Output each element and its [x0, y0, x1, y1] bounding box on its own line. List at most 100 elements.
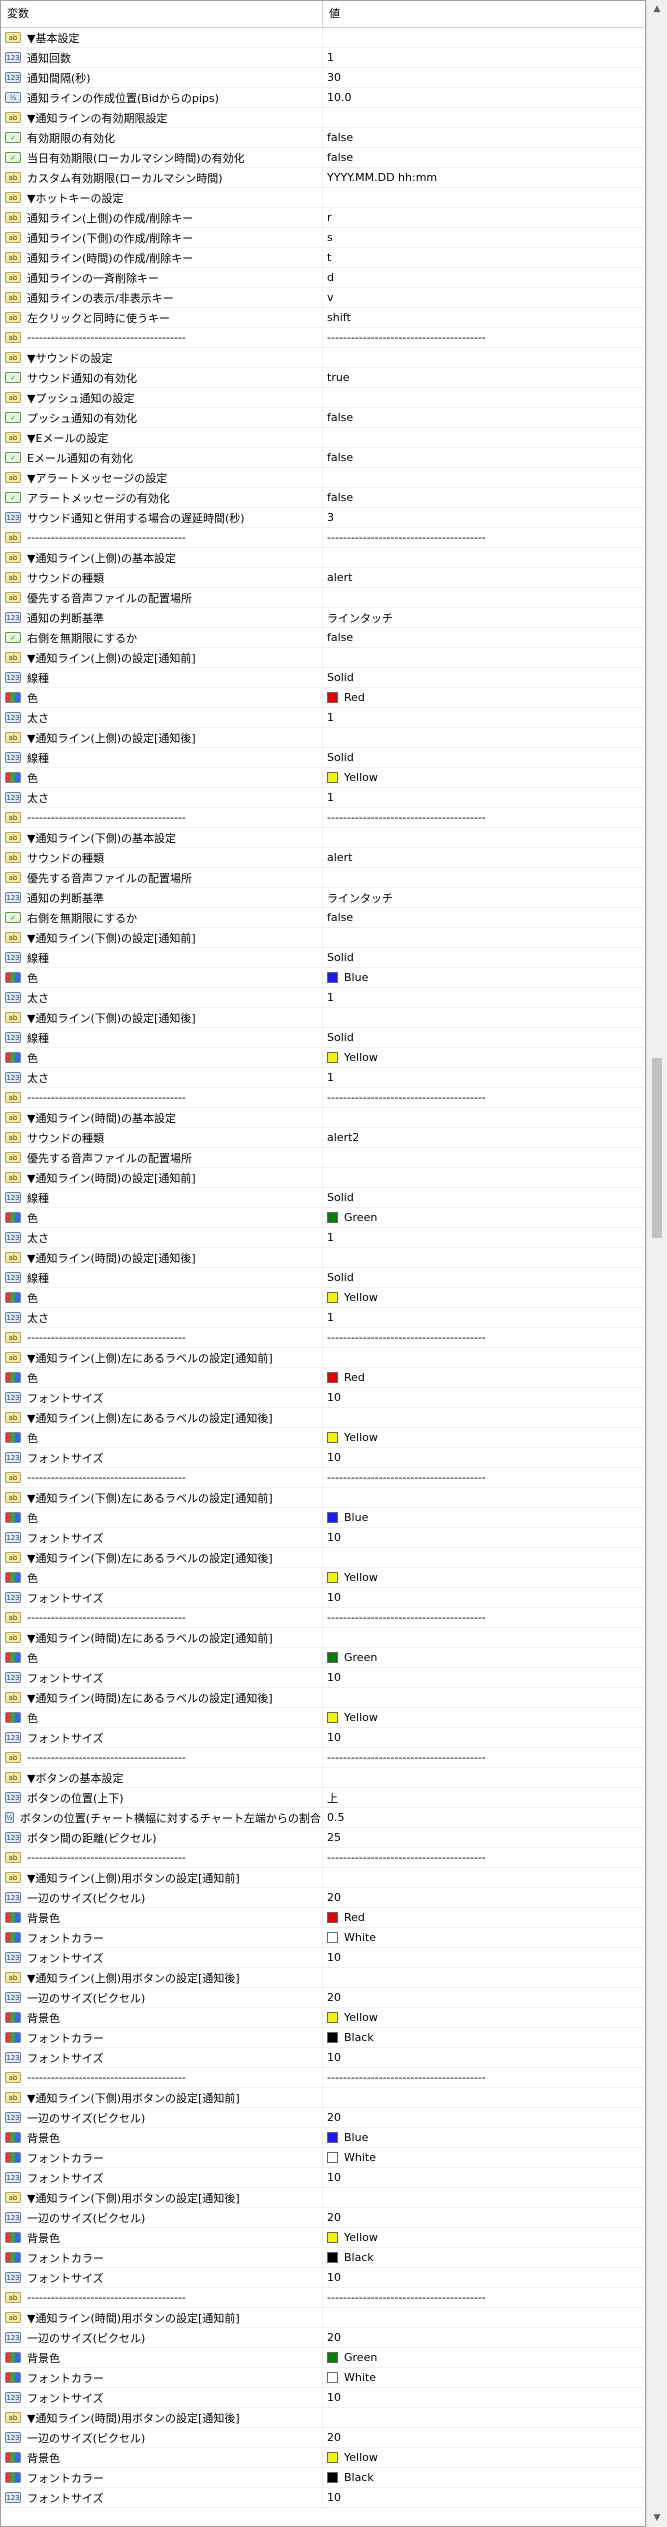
- parameter-row[interactable]: ab 左クリックと同時に使うキー shift: [1, 308, 645, 328]
- parameter-row[interactable]: 背景色 Yellow: [1, 2448, 645, 2468]
- parameter-row[interactable]: 色 Yellow: [1, 1288, 645, 1308]
- parameter-row[interactable]: ab 通知ラインの一斉削除キー d: [1, 268, 645, 288]
- parameter-value-cell[interactable]: v: [323, 288, 645, 307]
- parameter-value-cell[interactable]: 10: [323, 1948, 645, 1967]
- parameter-value-cell[interactable]: ----------------------------------------: [323, 2288, 645, 2307]
- parameter-row[interactable]: 色 Yellow: [1, 1568, 645, 1588]
- parameter-value-cell[interactable]: ラインタッチ: [323, 608, 645, 627]
- parameter-row[interactable]: ab --------------------------------------…: [1, 1608, 645, 1628]
- parameter-row[interactable]: 123 太さ 1: [1, 1068, 645, 1088]
- parameter-value-cell[interactable]: [323, 1548, 645, 1567]
- parameter-value-cell[interactable]: [323, 2408, 645, 2427]
- parameter-value-cell[interactable]: [323, 1008, 645, 1027]
- parameter-value-cell[interactable]: 20: [323, 1888, 645, 1907]
- parameter-value-cell[interactable]: r: [323, 208, 645, 227]
- parameter-value-cell[interactable]: Yellow: [323, 2008, 645, 2027]
- vertical-scrollbar[interactable]: ▲ ▼: [646, 0, 667, 2527]
- parameter-value-cell[interactable]: Solid: [323, 1268, 645, 1287]
- parameter-value-cell[interactable]: [323, 108, 645, 127]
- parameter-value-cell[interactable]: [323, 828, 645, 847]
- parameter-value-cell[interactable]: Solid: [323, 1188, 645, 1207]
- parameter-value-cell[interactable]: [323, 588, 645, 607]
- parameter-row[interactable]: 色 Green: [1, 1208, 645, 1228]
- parameter-row[interactable]: 123 線種 Solid: [1, 668, 645, 688]
- parameter-row[interactable]: ab 通知ライン(上側)の作成/削除キー r: [1, 208, 645, 228]
- parameter-value-cell[interactable]: Blue: [323, 1508, 645, 1527]
- parameter-value-cell[interactable]: 20: [323, 1988, 645, 2007]
- parameter-value-cell[interactable]: ----------------------------------------: [323, 1748, 645, 1767]
- parameter-value-cell[interactable]: [323, 1968, 645, 1987]
- parameter-row[interactable]: ab ▼通知ライン(下側)の設定[通知後]: [1, 1008, 645, 1028]
- parameter-row[interactable]: ab --------------------------------------…: [1, 1468, 645, 1488]
- parameter-row[interactable]: 123 一辺のサイズ(ピクセル) 20: [1, 2208, 645, 2228]
- parameter-row[interactable]: ab ▼通知ライン(下側)用ボタンの設定[通知前]: [1, 2088, 645, 2108]
- parameter-row[interactable]: ab ▼通知ライン(下側)左にあるラベルの設定[通知後]: [1, 1548, 645, 1568]
- parameter-row[interactable]: 123 フォントサイズ 10: [1, 1728, 645, 1748]
- parameter-row[interactable]: 123 通知間隔(秒) 30: [1, 68, 645, 88]
- parameter-row[interactable]: ✓ アラートメッセージの有効化 false: [1, 488, 645, 508]
- parameter-row[interactable]: 色 Green: [1, 1648, 645, 1668]
- parameter-value-cell[interactable]: [323, 868, 645, 887]
- parameter-row[interactable]: 123 線種 Solid: [1, 1268, 645, 1288]
- parameter-value-cell[interactable]: alert: [323, 848, 645, 867]
- parameter-value-cell[interactable]: 10: [323, 1588, 645, 1607]
- parameter-row[interactable]: ab サウンドの種類 alert2: [1, 1128, 645, 1148]
- parameter-row[interactable]: フォントカラー White: [1, 2368, 645, 2388]
- parameter-row[interactable]: ab ▼ボタンの基本設定: [1, 1768, 645, 1788]
- parameter-row[interactable]: フォントカラー Black: [1, 2028, 645, 2048]
- parameter-value-cell[interactable]: 10: [323, 2488, 645, 2507]
- parameter-value-cell[interactable]: Red: [323, 688, 645, 707]
- parameter-row[interactable]: ab --------------------------------------…: [1, 2288, 645, 2308]
- parameter-row[interactable]: 色 Blue: [1, 968, 645, 988]
- parameter-value-cell[interactable]: 10: [323, 1528, 645, 1547]
- parameter-value-cell[interactable]: [323, 2308, 645, 2327]
- parameter-value-cell[interactable]: 10.0: [323, 88, 645, 107]
- parameter-row[interactable]: 色 Yellow: [1, 1048, 645, 1068]
- parameter-value-cell[interactable]: 1: [323, 988, 645, 1007]
- parameter-row[interactable]: ab ▼通知ライン(上側)左にあるラベルの設定[通知後]: [1, 1408, 645, 1428]
- parameter-row[interactable]: 色 Blue: [1, 1508, 645, 1528]
- parameter-row[interactable]: 123 線種 Solid: [1, 748, 645, 768]
- parameter-row[interactable]: フォントカラー White: [1, 2148, 645, 2168]
- parameter-row[interactable]: 123 フォントサイズ 10: [1, 2048, 645, 2068]
- parameter-row[interactable]: 123 フォントサイズ 10: [1, 1528, 645, 1548]
- parameter-row[interactable]: ab ▼通知ライン(上側)用ボタンの設定[通知後]: [1, 1968, 645, 1988]
- parameter-value-cell[interactable]: [323, 468, 645, 487]
- parameter-row[interactable]: ab ▼通知ライン(時間)の基本設定: [1, 1108, 645, 1128]
- parameter-value-cell[interactable]: [323, 188, 645, 207]
- parameter-row[interactable]: ab ▼通知ライン(上側)の設定[通知後]: [1, 728, 645, 748]
- parameter-row[interactable]: ab ▼サウンドの設定: [1, 348, 645, 368]
- parameter-row[interactable]: ab サウンドの種類 alert: [1, 568, 645, 588]
- parameter-value-cell[interactable]: ----------------------------------------: [323, 528, 645, 547]
- parameter-value-cell[interactable]: [323, 728, 645, 747]
- parameter-row[interactable]: 色 Yellow: [1, 1708, 645, 1728]
- parameter-row[interactable]: ab --------------------------------------…: [1, 328, 645, 348]
- parameter-row[interactable]: 色 Yellow: [1, 768, 645, 788]
- parameter-row[interactable]: 123 太さ 1: [1, 708, 645, 728]
- parameter-row[interactable]: ab ▼通知ライン(時間)用ボタンの設定[通知前]: [1, 2308, 645, 2328]
- parameter-value-cell[interactable]: [323, 388, 645, 407]
- parameter-row[interactable]: 123 フォントサイズ 10: [1, 2268, 645, 2288]
- parameter-row[interactable]: 123 フォントサイズ 10: [1, 1588, 645, 1608]
- parameter-value-cell[interactable]: 10: [323, 2048, 645, 2067]
- parameter-row[interactable]: 123 一辺のサイズ(ピクセル) 20: [1, 1888, 645, 1908]
- parameter-value-cell[interactable]: 1: [323, 1308, 645, 1327]
- parameter-row[interactable]: 123 一辺のサイズ(ピクセル) 20: [1, 2108, 645, 2128]
- parameter-value-cell[interactable]: alert2: [323, 1128, 645, 1147]
- column-header-variable[interactable]: 変数: [1, 1, 323, 27]
- parameter-row[interactable]: 123 フォントサイズ 10: [1, 2488, 645, 2508]
- parameter-row[interactable]: ab ▼アラートメッセージの設定: [1, 468, 645, 488]
- parameter-value-cell[interactable]: shift: [323, 308, 645, 327]
- parameter-value-cell[interactable]: [323, 548, 645, 567]
- parameter-row[interactable]: 123 一辺のサイズ(ピクセル) 20: [1, 2328, 645, 2348]
- parameter-row[interactable]: ab 優先する音声ファイルの配置場所: [1, 868, 645, 888]
- parameter-row[interactable]: ✓ 当日有効期限(ローカルマシン時間)の有効化 false: [1, 148, 645, 168]
- parameter-row[interactable]: 123 太さ 1: [1, 788, 645, 808]
- parameter-value-cell[interactable]: Green: [323, 1648, 645, 1667]
- parameter-value-cell[interactable]: 1: [323, 1068, 645, 1087]
- parameter-row[interactable]: ab カスタム有効期限(ローカルマシン時間) YYYY.MM.DD hh:mm: [1, 168, 645, 188]
- parameter-value-cell[interactable]: White: [323, 2368, 645, 2387]
- parameter-value-cell[interactable]: false: [323, 448, 645, 467]
- parameter-value-cell[interactable]: White: [323, 2148, 645, 2167]
- parameter-row[interactable]: 123 一辺のサイズ(ピクセル) 20: [1, 2428, 645, 2448]
